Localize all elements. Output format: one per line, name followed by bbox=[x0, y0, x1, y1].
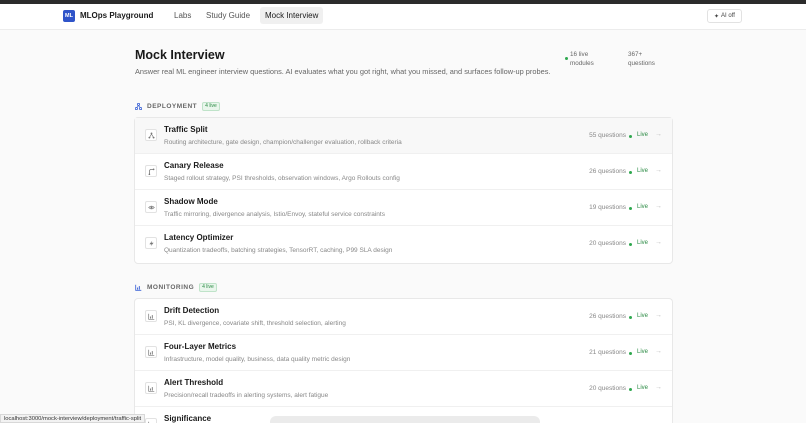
nav-link-mock-interview[interactable]: Mock Interview bbox=[260, 7, 324, 24]
arrow-right-icon: → bbox=[655, 167, 662, 174]
split-icon bbox=[145, 129, 157, 141]
arrow-right-icon: → bbox=[655, 203, 662, 210]
eye-icon bbox=[145, 201, 157, 213]
live-dot-icon bbox=[629, 388, 632, 391]
live-dot-icon bbox=[629, 352, 632, 355]
monitoring-module-list: Drift Detection PSI, KL divergence, cova… bbox=[134, 298, 673, 423]
list-item-traffic-split[interactable]: Traffic Split Routing architecture, gate… bbox=[135, 118, 672, 154]
live-dot-icon bbox=[629, 135, 632, 138]
section-label: DEPLOYMENT bbox=[147, 102, 198, 110]
status-badge: Live bbox=[636, 349, 648, 355]
module-title: Alert Threshold bbox=[164, 378, 224, 387]
deployment-icon bbox=[135, 102, 142, 110]
module-description: Quantization tradeoffs, batching strateg… bbox=[164, 247, 393, 254]
module-description: Traffic mirroring, divergence analysis, … bbox=[164, 211, 385, 218]
module-title: Traffic Split bbox=[164, 125, 208, 134]
question-count: 20 questions bbox=[589, 385, 626, 392]
modules-stat: 16 live modules bbox=[570, 51, 594, 68]
live-dot-icon bbox=[629, 171, 632, 174]
section-header-deployment: DEPLOYMENT 4 live bbox=[135, 101, 220, 111]
module-title: Canary Release bbox=[164, 161, 224, 170]
status-badge: Live bbox=[636, 204, 648, 210]
modules-stat-label: modules bbox=[570, 59, 594, 67]
canary-icon bbox=[145, 165, 157, 177]
status-badge: Live bbox=[636, 385, 648, 391]
questions-stat: 367+ questions bbox=[628, 51, 655, 68]
module-title: Significance bbox=[164, 414, 212, 423]
section-header-monitoring: MONITORING 4 live bbox=[135, 282, 217, 292]
live-dot-icon bbox=[629, 207, 632, 210]
page-subtitle: Answer real ML engineer interview questi… bbox=[135, 67, 551, 76]
chart-icon bbox=[145, 346, 157, 358]
live-dot-icon bbox=[565, 57, 568, 60]
live-count-badge: 4 live bbox=[202, 101, 220, 111]
module-description: Routing architecture, gate design, champ… bbox=[164, 139, 402, 146]
module-title: Shadow Mode bbox=[164, 197, 218, 206]
deployment-module-list: Traffic Split Routing architecture, gate… bbox=[134, 117, 673, 264]
arrow-right-icon: → bbox=[655, 131, 662, 138]
chart-icon bbox=[135, 284, 142, 291]
arrow-right-icon: → bbox=[655, 348, 662, 355]
top-navbar: ML MLOps Playground Labs Study Guide Moc… bbox=[0, 4, 806, 30]
page-title: Mock Interview bbox=[135, 48, 225, 62]
sparkle-icon: ✦ bbox=[714, 13, 720, 20]
question-count: 26 questions bbox=[589, 313, 626, 320]
bottom-fade-overlay bbox=[270, 416, 540, 423]
question-count: 55 questions bbox=[589, 132, 626, 139]
link-status-bar: localhost:3000/mock-interview/deployment… bbox=[0, 414, 146, 423]
module-description: Infrastructure, model quality, business,… bbox=[164, 356, 351, 363]
question-count: 21 questions bbox=[589, 349, 626, 356]
list-item-drift-detection[interactable]: Drift Detection PSI, KL divergence, cova… bbox=[135, 299, 672, 335]
module-description: Staged rollout strategy, PSI thresholds,… bbox=[164, 175, 400, 182]
modules-stat-value: 16 live bbox=[570, 51, 589, 58]
list-item-latency-optimizer[interactable]: Latency Optimizer Quantization tradeoffs… bbox=[135, 226, 672, 262]
nav-link-labs[interactable]: Labs bbox=[169, 7, 196, 24]
list-item-four-layer-metrics[interactable]: Four-Layer Metrics Infrastructure, model… bbox=[135, 335, 672, 371]
arrow-right-icon: → bbox=[655, 312, 662, 319]
questions-stat-label: questions bbox=[628, 59, 655, 67]
live-dot-icon bbox=[629, 316, 632, 319]
bolt-icon bbox=[145, 237, 157, 249]
arrow-right-icon: → bbox=[655, 384, 662, 391]
nav-link-study-guide[interactable]: Study Guide bbox=[201, 7, 255, 24]
app-logo[interactable]: ML bbox=[63, 10, 75, 22]
section-label: MONITORING bbox=[147, 283, 195, 291]
status-badge: Live bbox=[636, 313, 648, 319]
brand-name[interactable]: MLOps Playground bbox=[80, 11, 153, 20]
live-dot-icon bbox=[629, 243, 632, 246]
question-count: 26 questions bbox=[589, 168, 626, 175]
list-item-shadow-mode[interactable]: Shadow Mode Traffic mirroring, divergenc… bbox=[135, 190, 672, 226]
live-count-badge: 4 live bbox=[199, 282, 217, 292]
module-title: Drift Detection bbox=[164, 306, 220, 315]
chart-icon bbox=[145, 382, 157, 394]
list-item-alert-threshold[interactable]: Alert Threshold Precision/recall tradeof… bbox=[135, 371, 672, 407]
module-description: PSI, KL divergence, covariate shift, thr… bbox=[164, 320, 346, 327]
module-title: Latency Optimizer bbox=[164, 233, 234, 242]
status-badge: Live bbox=[636, 168, 648, 174]
module-title: Four-Layer Metrics bbox=[164, 342, 237, 351]
ai-toggle-button[interactable]: ✦ AI off bbox=[707, 9, 742, 23]
question-count: 19 questions bbox=[589, 204, 626, 211]
ai-toggle-label: AI off bbox=[721, 13, 735, 19]
chart-icon bbox=[145, 310, 157, 322]
chart-icon bbox=[145, 418, 157, 423]
status-badge: Live bbox=[636, 240, 648, 246]
status-badge: Live bbox=[636, 132, 648, 138]
question-count: 20 questions bbox=[589, 240, 626, 247]
arrow-right-icon: → bbox=[655, 239, 662, 246]
questions-stat-value: 367+ bbox=[628, 51, 643, 58]
module-description: Precision/recall tradeoffs in alerting s… bbox=[164, 392, 329, 399]
list-item-canary-release[interactable]: Canary Release Staged rollout strategy, … bbox=[135, 154, 672, 190]
